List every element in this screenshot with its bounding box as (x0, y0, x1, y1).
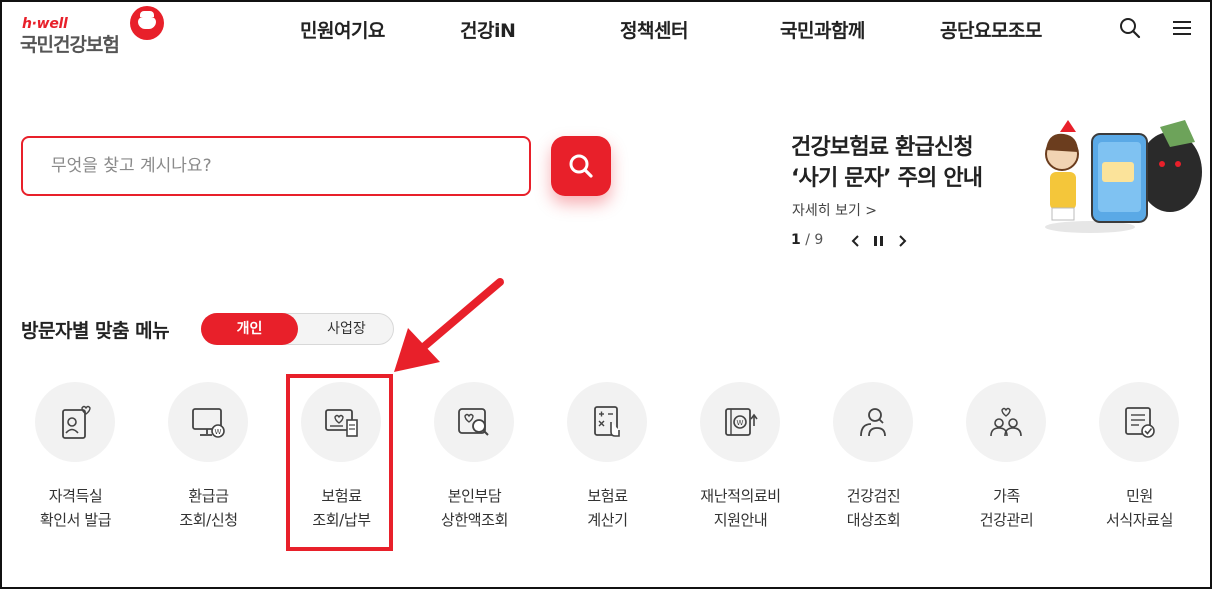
scam-sms-illustration (1045, 120, 1202, 233)
menu-label-line1: 본인부담 (447, 487, 502, 505)
menu-item-health-checkup[interactable]: 건강검진 대상조회 (807, 382, 940, 542)
refund-monitor-icon: W (192, 408, 225, 438)
menu-label-line2: 대상조회 (846, 511, 901, 529)
nav-item-with-people[interactable]: 국민과함께 (780, 16, 865, 43)
pause-icon[interactable] (870, 232, 888, 250)
menu-label: 본인부담 상한액조회 (408, 484, 541, 532)
menu-label-line2: 서식자료실 (1105, 511, 1173, 529)
section-title: 방문자별 맞춤 메뉴 (21, 320, 170, 342)
page-current: 1 (791, 232, 801, 248)
menu-label: 재난적의료비 지원안내 (674, 484, 807, 532)
menu-label-line1: 건강검진 (846, 487, 901, 505)
menu-label-line2: 조회/신청 (179, 511, 238, 529)
menu-icon-circle (434, 382, 514, 462)
red-arrow-icon (394, 278, 504, 372)
menu-icon-circle: W (168, 382, 248, 462)
menu-icon-circle (833, 382, 913, 462)
menu-label: 가족 건강관리 (940, 484, 1073, 532)
search-box (21, 136, 531, 196)
certificate-icon (62, 405, 91, 439)
toggle-personal[interactable]: 개인 (201, 313, 298, 345)
menu-item-copay-limit[interactable]: 본인부담 상한액조회 (408, 382, 541, 542)
prev-slide-icon[interactable] (847, 232, 865, 250)
menu-label-line1: 가족 (993, 487, 1020, 505)
banner-page-count: 1 / 9 (791, 232, 823, 248)
menu-item-civil-forms[interactable]: 민원 서식자료실 (1073, 382, 1206, 542)
menu-item-qualification-certificate[interactable]: 자격득실 확인서 발급 (9, 382, 142, 542)
toggle-business[interactable]: 사업장 (298, 313, 395, 345)
menu-label-line2: 건강관리 (979, 511, 1034, 529)
menu-item-disaster-medical-aid[interactable]: W 재난적의료비 지원안내 (674, 382, 807, 542)
hamburger-icon[interactable] (1170, 16, 1194, 40)
forms-icon (1125, 407, 1155, 438)
page-separator: / (800, 232, 815, 248)
menu-label-line1: 민원 (1126, 487, 1153, 505)
banner-title-line1: 건강보험료 환급신청 (791, 135, 974, 160)
medical-aid-icon: W (725, 408, 758, 436)
menu-label: 보험료 계산기 (541, 484, 674, 532)
menu-icon-circle (35, 382, 115, 462)
nav-item-about[interactable]: 공단요모조모 (940, 16, 1042, 43)
page-total: 9 (814, 232, 824, 248)
banner-title: 건강보험료 환급신청 ‘사기 문자’ 주의 안내 (791, 132, 1031, 194)
search-input[interactable] (51, 153, 501, 179)
menu-label-line2: 지원안내 (713, 511, 768, 529)
family-icon (990, 407, 1022, 437)
calculator-icon (594, 406, 620, 437)
menu-icon-circle: W (700, 382, 780, 462)
nav-item-civil-service[interactable]: 민원여기요 (300, 16, 385, 43)
menu-label-line1: 보험료 (587, 487, 628, 505)
banner-title-line2: ‘사기 문자’ 주의 안내 (791, 166, 983, 191)
menu-label: 환급금 조회/신청 (142, 484, 275, 532)
menu-item-premium-calculator[interactable]: 보험료 계산기 (541, 382, 674, 542)
banner-more-link[interactable]: 자세히 보기 > (792, 200, 877, 220)
checkup-icon (860, 408, 886, 437)
menu-item-family-health[interactable]: 가족 건강관리 (940, 382, 1073, 542)
svg-text:W: W (737, 419, 744, 427)
menu-label-line2: 확인서 발급 (39, 511, 112, 529)
menu-label-line1: 재난적의료비 (700, 487, 781, 505)
next-slide-icon[interactable] (893, 232, 911, 250)
visitor-type-toggle: 개인 사업장 (201, 313, 394, 345)
menu-label-line2: 상한액조회 (440, 511, 508, 529)
highlight-box (286, 374, 393, 551)
menu-item-refund[interactable]: W 환급금 조회/신청 (142, 382, 275, 542)
menu-label: 자격득실 확인서 발급 (9, 484, 142, 532)
copay-search-icon (458, 408, 489, 436)
menu-icon-circle (567, 382, 647, 462)
menu-icon-circle (1099, 382, 1179, 462)
menu-label-line1: 자격득실 (48, 487, 103, 505)
menu-icon-circle (966, 382, 1046, 462)
logo-title: 국민건강보험 (20, 34, 120, 56)
logo-mark-icon (130, 6, 164, 40)
search-icon[interactable] (1118, 16, 1142, 40)
menu-label: 민원 서식자료실 (1073, 484, 1206, 532)
search-button[interactable] (551, 136, 611, 196)
nav-item-policy-center[interactable]: 정책센터 (620, 16, 688, 43)
nav-item-health-in[interactable]: 건강iN (460, 16, 516, 43)
magnifier-icon (569, 154, 593, 178)
menu-label-line1: 환급금 (188, 487, 229, 505)
svg-text:W: W (215, 428, 222, 436)
site-logo[interactable]: h·well 국민건강보험 (20, 6, 170, 56)
menu-label-line2: 계산기 (587, 511, 628, 529)
menu-label: 건강검진 대상조회 (807, 484, 940, 532)
